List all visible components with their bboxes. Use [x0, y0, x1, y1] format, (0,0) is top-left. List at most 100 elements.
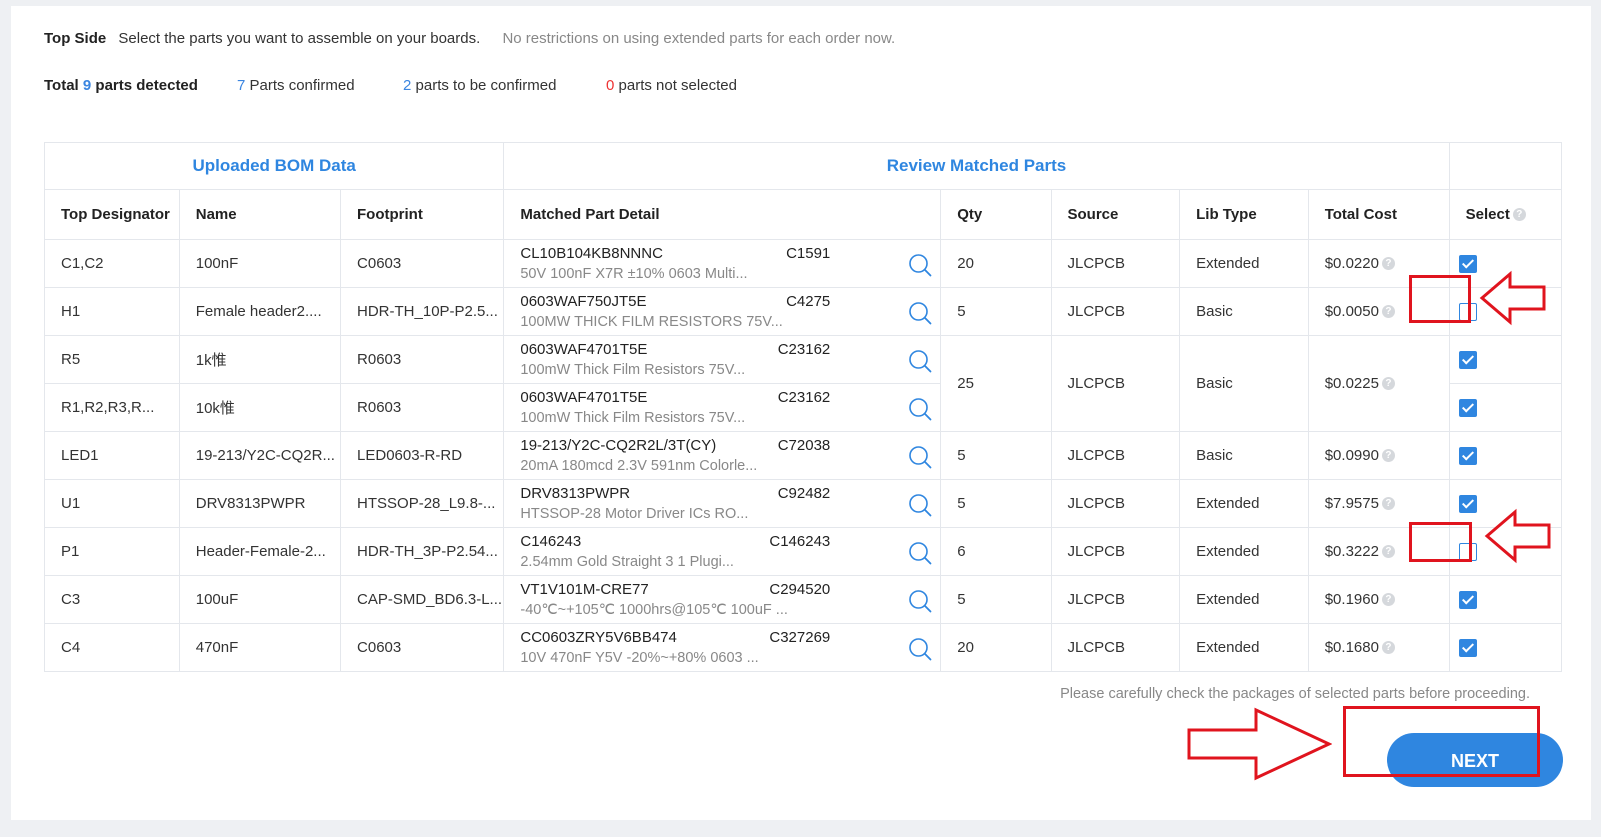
designator-cell: U1	[44, 479, 180, 528]
part-code[interactable]: C327269	[769, 629, 830, 646]
magnifier-icon[interactable]	[908, 637, 932, 661]
not-selected-label: parts not selected	[618, 77, 737, 94]
part-number[interactable]: C146243	[520, 533, 581, 550]
part-number[interactable]: 0603WAF750JT5E	[520, 293, 646, 310]
select-cell	[1448, 623, 1563, 672]
part-number[interactable]: 19-213/Y2C-CQ2R2L/3T(CY)	[520, 437, 716, 454]
part-code[interactable]: C4275	[786, 293, 830, 310]
question-icon[interactable]: ?	[1381, 641, 1395, 654]
col-designator: Top Designator	[44, 189, 180, 240]
magnifier-icon[interactable]	[908, 493, 932, 517]
part-code[interactable]: C294520	[769, 581, 830, 598]
part-description: 20mA 180mcd 2.3V 591nm Colorle...	[520, 458, 758, 474]
designator-cell: LED1	[44, 431, 180, 480]
designator-cell: C3	[44, 575, 180, 624]
question-icon[interactable]: ?	[1381, 593, 1395, 606]
bom-table: Uploaded BOM Data Review Matched Parts T…	[43, 142, 1563, 672]
magnifier-icon[interactable]	[908, 541, 932, 565]
part-code[interactable]: C146243	[769, 533, 830, 550]
question-icon[interactable]: ?	[1381, 497, 1395, 510]
col-name: Name	[178, 189, 342, 240]
cost-value: $0.1960	[1324, 591, 1379, 608]
select-checkbox[interactable]	[1458, 446, 1477, 465]
footprint-cell: LED0603-R-RD	[340, 431, 505, 480]
col-total-cost: Total Cost	[1307, 189, 1450, 240]
magnifier-icon[interactable]	[908, 397, 932, 421]
part-number[interactable]: CL10B104KB8NNNC	[520, 245, 663, 262]
part-number[interactable]: VT1V101M-CRE77	[520, 581, 648, 598]
question-icon[interactable]: ?	[1381, 545, 1395, 558]
name-cell: DRV8313PWPR	[178, 479, 342, 528]
qty-cell: 25	[940, 335, 1052, 432]
source-cell: JLCPCB	[1050, 431, 1181, 480]
part-code[interactable]: C23162	[778, 389, 831, 406]
total-cost-cell: $7.9575?	[1307, 479, 1450, 528]
total-detected: Total 9 parts detected	[44, 77, 198, 94]
source-cell: JLCPCB	[1050, 239, 1181, 288]
col-detail: Matched Part Detail	[503, 189, 942, 240]
qty-cell: 5	[940, 431, 1052, 480]
name-cell: 10k惟	[178, 383, 342, 432]
total-cost-cell: $0.0990?	[1307, 431, 1450, 480]
qty-cell: 6	[940, 527, 1052, 576]
source-cell: JLCPCB	[1050, 527, 1181, 576]
footprint-cell: R0603	[340, 383, 505, 432]
magnifier-icon[interactable]	[908, 445, 932, 469]
source-cell: JLCPCB	[1050, 335, 1181, 432]
total-cost-cell: $0.1680?	[1307, 623, 1450, 672]
part-code[interactable]: C1591	[786, 245, 830, 262]
select-checkbox[interactable]	[1458, 494, 1477, 513]
footprint-cell: CAP-SMD_BD6.3-L...	[340, 575, 505, 624]
total-cost-cell: $0.1960?	[1307, 575, 1450, 624]
footprint-cell: HTSSOP-28_L9.8-...	[340, 479, 505, 528]
select-checkbox[interactable]	[1458, 350, 1477, 369]
top-info-line: Top Side Select the parts you want to as…	[44, 30, 895, 47]
part-number[interactable]: DRV8313PWPR	[520, 485, 630, 502]
designator-cell: H1	[44, 287, 180, 336]
select-cell	[1448, 335, 1563, 384]
magnifier-icon[interactable]	[908, 301, 932, 325]
instruction-text: Select the parts you want to assemble on…	[118, 30, 481, 47]
select-checkbox[interactable]	[1458, 590, 1477, 609]
footprint-cell: HDR-TH_3P-P2.54...	[340, 527, 505, 576]
not-selected-count: 0	[606, 77, 615, 94]
question-icon[interactable]: ?	[1381, 257, 1395, 270]
name-cell: 470nF	[178, 623, 342, 672]
not-selected-stat: 0 parts not selected	[606, 77, 737, 94]
designator-cell: P1	[44, 527, 180, 576]
detail-cell: 0603WAF750JT5E C4275 100MW THICK FILM RESI…	[503, 287, 942, 336]
part-code[interactable]: C72038	[778, 437, 831, 454]
arrow-left-icon	[1484, 508, 1551, 564]
source-cell: JLCPCB	[1050, 287, 1181, 336]
part-description: 2.54mm Gold Straight 3 1 Plugi...	[520, 554, 734, 570]
lib-type-cell: Basic	[1179, 335, 1309, 432]
part-number[interactable]: 0603WAF4701T5E	[520, 389, 647, 406]
magnifier-icon[interactable]	[908, 253, 932, 277]
select-checkbox[interactable]	[1458, 638, 1477, 657]
lib-type-cell: Extended	[1179, 623, 1309, 672]
lib-type-cell: Basic	[1179, 431, 1309, 480]
select-checkbox[interactable]	[1458, 398, 1477, 417]
col-select-label: Select	[1465, 206, 1510, 223]
select-cell	[1448, 383, 1563, 432]
arrow-right-icon	[1187, 707, 1332, 781]
part-code[interactable]: C92482	[778, 485, 831, 502]
part-code[interactable]: C23162	[778, 341, 831, 358]
question-icon[interactable]: ?	[1381, 449, 1395, 462]
question-icon[interactable]: ?	[1381, 377, 1395, 390]
detail-cell: 19-213/Y2C-CQ2R2L/3T(CY) C72038 20mA 180mc…	[503, 431, 942, 480]
footprint-cell: HDR-TH_10P-P2.5...	[340, 287, 505, 336]
part-number[interactable]: 0603WAF4701T5E	[520, 341, 647, 358]
part-description: 50V 100nF X7R ±10% 0603 Multi...	[520, 266, 748, 282]
question-icon[interactable]: ?	[1381, 305, 1395, 318]
part-description: HTSSOP-28 Motor Driver ICs RO...	[520, 506, 749, 522]
part-number[interactable]: CC0603ZRY5V6BB474	[520, 629, 677, 646]
select-checkbox[interactable]	[1458, 254, 1477, 273]
magnifier-icon[interactable]	[908, 589, 932, 613]
select-cell	[1448, 431, 1563, 480]
qty-cell: 5	[940, 287, 1052, 336]
question-icon[interactable]: ?	[1512, 208, 1526, 221]
table-row: U1 DRV8313PWPR HTSSOP-28_L9.8-... DRV8313PW…	[44, 479, 1563, 528]
magnifier-icon[interactable]	[908, 349, 932, 373]
source-cell: JLCPCB	[1050, 623, 1181, 672]
